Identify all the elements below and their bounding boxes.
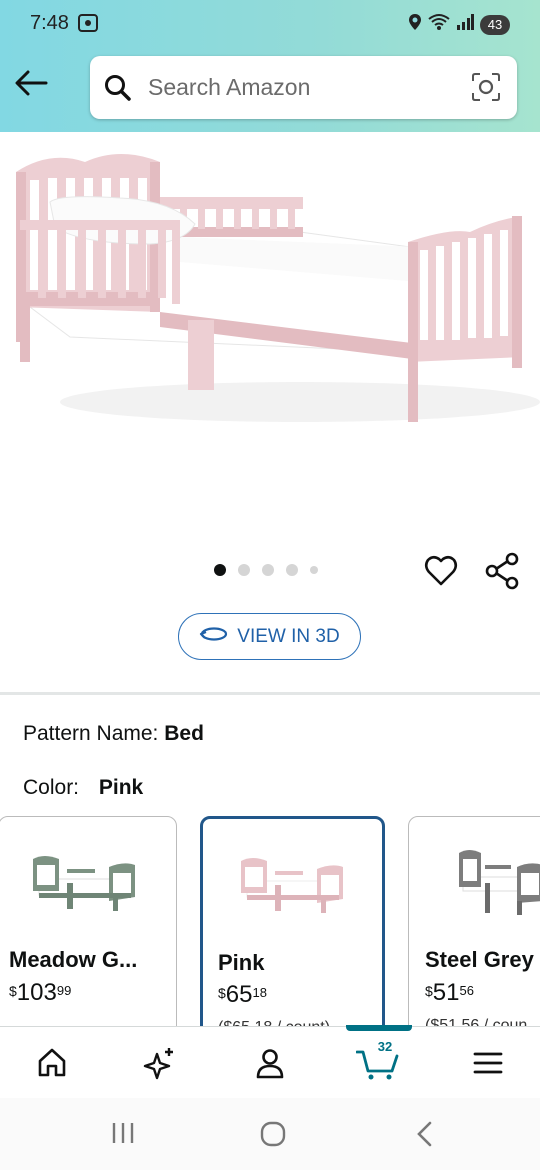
ai-sparkle-icon[interactable] bbox=[140, 1043, 180, 1083]
cart-icon[interactable]: 32 bbox=[356, 1039, 400, 1083]
back-arrow-icon[interactable] bbox=[14, 70, 54, 106]
variant-name: Meadow G... bbox=[9, 947, 138, 972]
home-icon[interactable] bbox=[32, 1043, 72, 1083]
battery-indicator: 43 bbox=[480, 14, 510, 35]
section-divider bbox=[0, 692, 540, 695]
home-button-icon[interactable] bbox=[259, 1120, 287, 1153]
location-icon bbox=[408, 13, 422, 36]
carousel-dot bbox=[310, 566, 318, 574]
header: 7:48 43 Search Amazon bbox=[0, 0, 540, 132]
cart-count: 32 bbox=[377, 1039, 393, 1054]
variant-name: Pink bbox=[218, 950, 265, 975]
view-in-3d-label: VIEW IN 3D bbox=[237, 625, 340, 647]
status-time: 7:48 bbox=[30, 12, 69, 34]
pattern-name-value: Bed bbox=[164, 722, 204, 745]
product-image[interactable] bbox=[0, 132, 540, 532]
variant-price: $6518 bbox=[218, 981, 267, 1008]
carousel-dot bbox=[262, 564, 274, 576]
carousel-dot bbox=[286, 564, 298, 576]
menu-icon[interactable] bbox=[468, 1043, 508, 1083]
color-label: Color: bbox=[23, 776, 80, 799]
color-value: Pink bbox=[98, 776, 144, 799]
variant-thumbnail bbox=[33, 856, 135, 911]
camera-scan-icon[interactable] bbox=[471, 72, 501, 107]
color-row: Color: Pink bbox=[23, 776, 143, 800]
carousel-dots bbox=[214, 564, 318, 576]
account-icon[interactable] bbox=[250, 1043, 290, 1083]
variant-thumbnail bbox=[241, 858, 343, 913]
variant-thumbnail bbox=[459, 850, 540, 915]
share-icon[interactable] bbox=[484, 552, 520, 595]
cart-active-indicator bbox=[346, 1025, 412, 1031]
signal-icon bbox=[456, 14, 474, 35]
carousel-dot bbox=[238, 564, 250, 576]
pattern-name-row: Pattern Name: Bed bbox=[23, 722, 204, 746]
rotate-3d-icon bbox=[199, 624, 229, 650]
search-icon bbox=[104, 74, 132, 107]
screenshot-icon bbox=[78, 14, 98, 37]
wifi-icon bbox=[428, 13, 450, 36]
recent-apps-icon[interactable] bbox=[110, 1120, 136, 1151]
bottom-navigation: 32 bbox=[0, 1025, 540, 1098]
variant-card-meadow-green[interactable]: Meadow G... $10399 bbox=[0, 816, 177, 1046]
variant-card-pink[interactable]: Pink $6518 ($65.18 / count) bbox=[200, 816, 385, 1046]
heart-icon[interactable] bbox=[424, 554, 458, 593]
status-bar: 7:48 43 bbox=[0, 10, 540, 40]
variant-price: $10399 bbox=[9, 979, 72, 1006]
system-navigation-bar bbox=[0, 1098, 540, 1170]
variant-name: Steel Grey bbox=[425, 947, 534, 972]
pattern-name-label: Pattern Name: bbox=[23, 722, 159, 745]
search-bar[interactable]: Search Amazon bbox=[90, 56, 517, 119]
search-input[interactable]: Search Amazon bbox=[148, 74, 310, 101]
view-in-3d-button[interactable]: VIEW IN 3D bbox=[178, 613, 361, 660]
variant-price: $5156 bbox=[425, 979, 474, 1006]
variant-card-steel-grey[interactable]: Steel Grey $5156 ($51.56 / coun bbox=[408, 816, 540, 1046]
back-button-icon[interactable] bbox=[414, 1120, 436, 1153]
carousel-dot bbox=[214, 564, 226, 576]
